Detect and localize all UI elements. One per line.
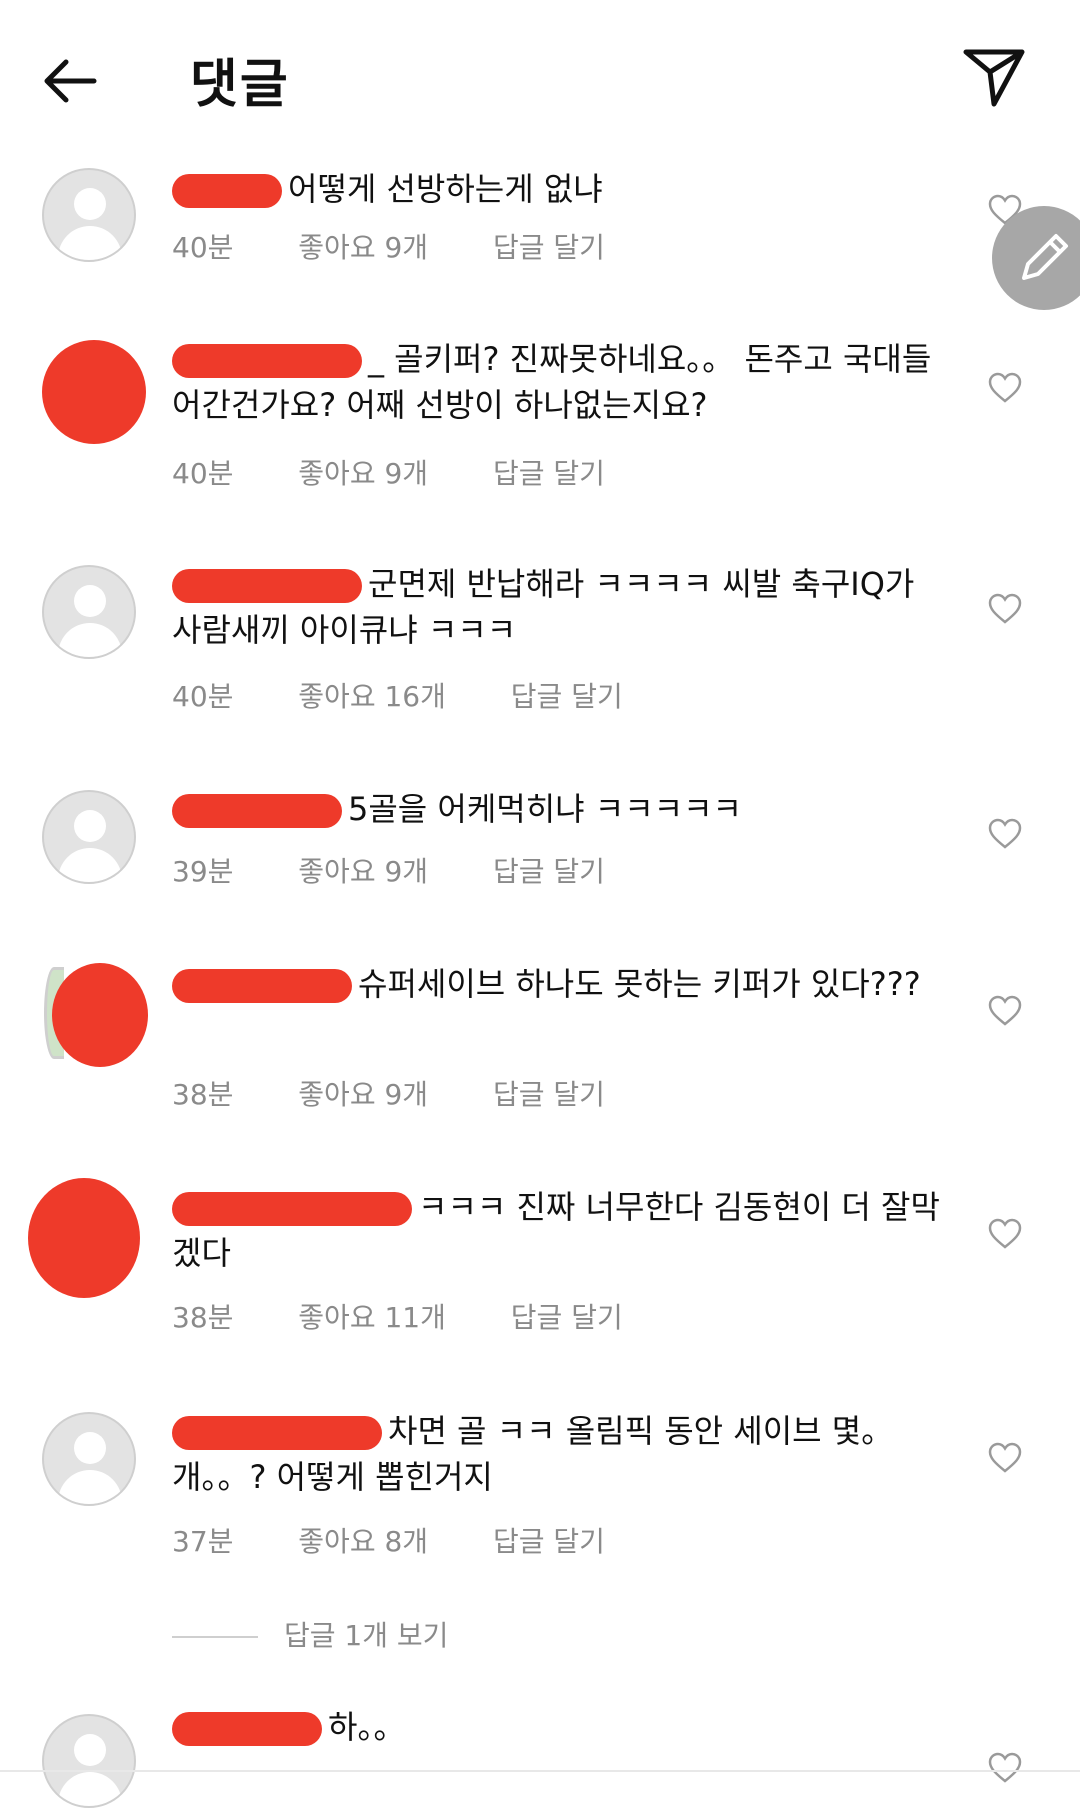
- reply-button[interactable]: 답글 달기: [493, 231, 605, 264]
- default-avatar-icon[interactable]: [42, 1412, 136, 1506]
- comment-text: 차면 골 ㅋㅋ 올림픽 동안 세이브 몇。개。。? 어떻게 뽑힌거지: [172, 1412, 894, 1496]
- heart-icon[interactable]: [988, 1218, 1022, 1250]
- view-replies-label: 답글 1개 보기: [284, 1619, 449, 1652]
- default-avatar-icon[interactable]: [42, 565, 136, 659]
- comment-time: 40분: [172, 680, 234, 713]
- comment-text: 슈퍼세이브 하나도 못하는 키퍼가 있다???: [172, 961, 952, 1007]
- comment-time: 39분: [172, 855, 234, 888]
- reply-button[interactable]: 답글 달기: [493, 457, 605, 490]
- heart-icon[interactable]: [988, 372, 1022, 404]
- default-avatar-icon[interactable]: [52, 963, 148, 1067]
- redacted-username: [172, 174, 282, 208]
- comment-text: 어떻게 선방하는게 없냐: [172, 166, 952, 212]
- redacted-username: [172, 1416, 382, 1450]
- like-count[interactable]: 좋아요 8개: [298, 1525, 428, 1558]
- back-arrow-icon: [44, 59, 97, 103]
- back-button[interactable]: [38, 48, 108, 118]
- share-button[interactable]: [960, 42, 1030, 112]
- reply-button[interactable]: 답글 달기: [493, 855, 605, 888]
- comment-time: 37분: [172, 1525, 234, 1558]
- heart-icon[interactable]: [988, 593, 1022, 625]
- comment-time: 40분: [172, 457, 234, 490]
- like-count[interactable]: 좋아요 11개: [298, 1301, 446, 1334]
- heart-icon[interactable]: [988, 1752, 1022, 1784]
- comment-time: 38분: [172, 1078, 234, 1111]
- comment-meta: 40분 좋아요 16개 답글 달기: [172, 675, 623, 715]
- default-avatar-icon[interactable]: [42, 1714, 136, 1808]
- like-count[interactable]: 좋아요 9개: [298, 457, 428, 490]
- top-bar: 댓글: [0, 0, 1080, 150]
- default-avatar-icon[interactable]: [42, 168, 136, 262]
- default-avatar-icon[interactable]: [28, 1178, 140, 1298]
- redacted-username: [172, 794, 342, 828]
- comment-text: ㅋㅋㅋ 진짜 너무한다 김동현이 더 잘막겠다: [172, 1188, 940, 1272]
- default-avatar-icon[interactable]: [42, 790, 136, 884]
- reply-button[interactable]: 답글 달기: [493, 1078, 605, 1111]
- reply-button[interactable]: 답글 달기: [511, 1301, 623, 1334]
- default-avatar-icon[interactable]: [42, 340, 146, 444]
- like-count[interactable]: 좋아요 16개: [298, 680, 446, 713]
- view-replies-button[interactable]: 답글 1개 보기: [172, 1614, 448, 1654]
- bottom-divider: [0, 1770, 1080, 1772]
- like-count[interactable]: 좋아요 9개: [298, 1078, 428, 1111]
- comment-meta: 37분 좋아요 8개 답글 달기: [172, 1520, 605, 1560]
- comment-meta: 40분 좋아요 9개 답글 달기: [172, 452, 605, 492]
- comment-text: 군면제 반납해라 ㅋㅋㅋㅋ 씨발 축구IQ가 사람새끼 아이큐냐 ㅋㅋㅋ: [172, 565, 915, 649]
- redacted-username: [172, 569, 362, 603]
- redacted-username: [172, 1712, 322, 1746]
- comment-text: _ 골키퍼? 진짜못하네요。。 돈주고 국대들어간건가요? 어째 선방이 하나없…: [172, 340, 932, 424]
- like-count[interactable]: 좋아요 9개: [298, 231, 428, 264]
- heart-icon[interactable]: [988, 818, 1022, 850]
- comment-meta: 39분 좋아요 9개 답글 달기: [172, 850, 605, 890]
- redacted-username: [172, 344, 362, 378]
- edit-button[interactable]: [992, 206, 1080, 310]
- comment-meta: 38분 좋아요 11개 답글 달기: [172, 1296, 623, 1336]
- redacted-username: [172, 969, 352, 1003]
- heart-icon[interactable]: [988, 995, 1022, 1027]
- comment-time: 40분: [172, 231, 234, 264]
- reply-button[interactable]: 답글 달기: [511, 680, 623, 713]
- comment-text: 5골을 어케먹히냐 ㅋㅋㅋㅋㅋ: [172, 786, 952, 832]
- comment-meta: 40분 좋아요 9개 답글 달기: [172, 226, 605, 266]
- redacted-username: [172, 1192, 412, 1226]
- heart-icon[interactable]: [988, 1442, 1022, 1474]
- comment-time: 38분: [172, 1301, 234, 1334]
- send-icon: [963, 49, 1025, 107]
- like-count[interactable]: 좋아요 9개: [298, 855, 428, 888]
- reply-button[interactable]: 답글 달기: [493, 1525, 605, 1558]
- comment-text: 하。。: [172, 1704, 952, 1750]
- page-title: 댓글: [190, 55, 290, 115]
- pencil-icon: [1022, 234, 1068, 280]
- comment-meta: 38분 좋아요 9개 답글 달기: [172, 1073, 605, 1113]
- reply-thread-line: [172, 1636, 258, 1638]
